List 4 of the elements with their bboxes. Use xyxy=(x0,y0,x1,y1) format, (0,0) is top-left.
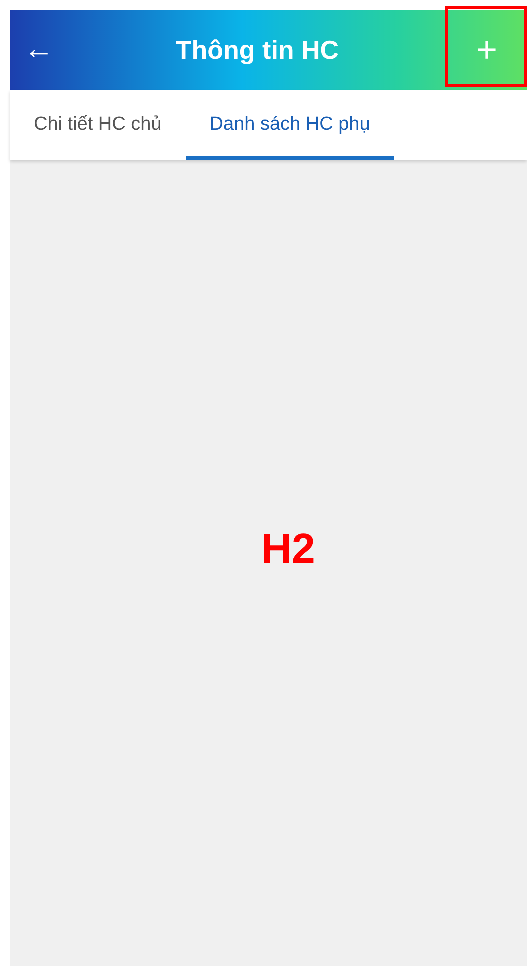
header-title: Thông tin HC xyxy=(174,34,340,66)
annotation-label: H2 xyxy=(262,524,316,574)
back-button[interactable]: ← xyxy=(10,10,68,90)
tab[interactable]: Chi tiết HC chủ xyxy=(10,90,186,160)
